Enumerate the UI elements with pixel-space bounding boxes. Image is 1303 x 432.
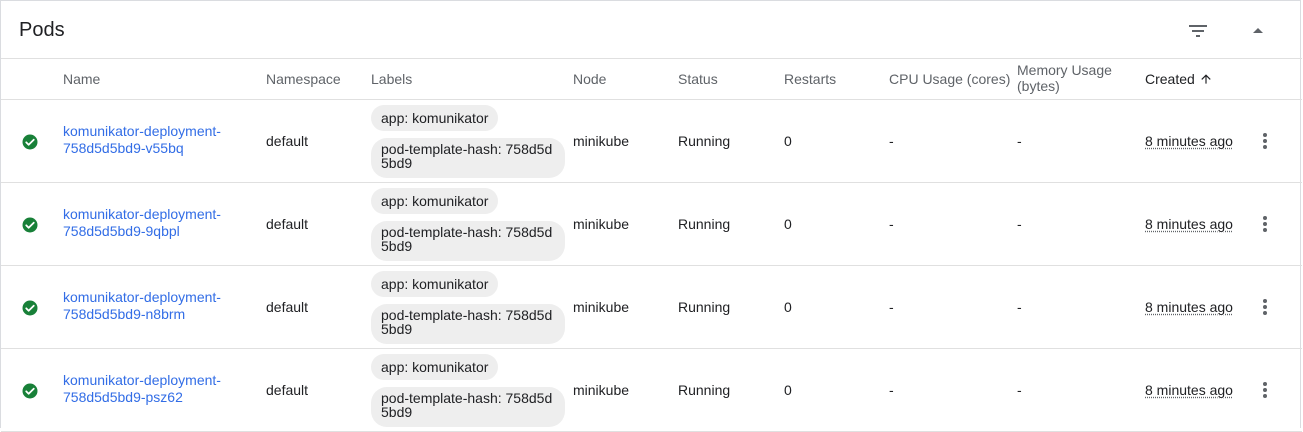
column-memory-line1: Memory Usage — [1017, 62, 1112, 78]
label-chip: pod-template-hash: 758d5d5bd9 — [371, 221, 565, 261]
pod-node: minikube — [573, 382, 630, 398]
pod-memory: - — [1017, 382, 1022, 398]
check-circle-icon — [22, 134, 38, 150]
card-title: Pods — [19, 19, 65, 41]
table-row: komunikator-deployment- 758d5d5bd9-9qbpl d… — [1, 183, 1302, 266]
table-row: komunikator-deployment- 758d5d5bd9-psz62 d… — [1, 349, 1302, 432]
pod-name-line2: 758d5d5bd9-v55bq — [63, 140, 184, 156]
row-actions-button[interactable] — [1253, 293, 1277, 321]
pod-memory: - — [1017, 133, 1022, 149]
pod-restarts: 0 — [784, 382, 792, 398]
pod-name-link[interactable]: komunikator-deployment- 758d5d5bd9-n8brm — [63, 289, 238, 323]
column-created[interactable]: Created — [1145, 71, 1213, 87]
pod-memory: - — [1017, 216, 1022, 232]
table-row: komunikator-deployment- 758d5d5bd9-n8brm d… — [1, 266, 1302, 349]
pod-status: Running — [678, 299, 731, 315]
pod-restarts: 0 — [784, 299, 792, 315]
collapse-button[interactable] — [1240, 13, 1276, 49]
pod-node: minikube — [573, 133, 630, 149]
label-chip: pod-template-hash: 758d5d5bd9 — [371, 304, 565, 344]
check-circle-icon — [22, 383, 38, 399]
pod-name-link[interactable]: komunikator-deployment- 758d5d5bd9-9qbpl — [63, 206, 238, 240]
pod-cpu: - — [889, 299, 894, 315]
pod-created: 8 minutes ago — [1145, 382, 1233, 398]
check-circle-icon — [22, 300, 38, 316]
pod-memory: - — [1017, 299, 1022, 315]
pods-card: Pods Name Namespace Labels Node Status R… — [0, 0, 1302, 432]
label-chip: app: komunikator — [371, 354, 499, 380]
pod-name-line1: komunikator-deployment- — [63, 289, 221, 305]
pod-created: 8 minutes ago — [1145, 216, 1233, 232]
pod-status: Running — [678, 216, 731, 232]
label-chip: pod-template-hash: 758d5d5bd9 — [371, 138, 565, 178]
row-actions-button[interactable] — [1253, 210, 1277, 238]
pod-created: 8 minutes ago — [1145, 299, 1233, 315]
row-actions-button[interactable] — [1253, 376, 1277, 404]
check-circle-icon — [22, 217, 38, 233]
pod-cpu: - — [889, 133, 894, 149]
pod-cpu: - — [889, 216, 894, 232]
pod-namespace: default — [266, 133, 309, 149]
table-row: komunikator-deployment- 758d5d5bd9-v55bq d… — [1, 100, 1302, 183]
card-header: Pods — [1, 1, 1302, 59]
pod-node: minikube — [573, 216, 630, 232]
pod-status: Running — [678, 382, 731, 398]
pod-name-line1: komunikator-deployment- — [63, 123, 221, 139]
pod-restarts: 0 — [784, 216, 792, 232]
label-chip: app: komunikator — [371, 105, 499, 131]
pod-name-line2: 758d5d5bd9-9qbpl — [63, 223, 180, 239]
column-status[interactable]: Status — [678, 71, 718, 87]
pod-namespace: default — [266, 382, 309, 398]
column-node[interactable]: Node — [573, 71, 606, 87]
pod-name-line2: 758d5d5bd9-n8brm — [63, 306, 186, 322]
table-header: Name Namespace Labels Node Status Restar… — [1, 59, 1302, 100]
pod-name-line2: 758d5d5bd9-psz62 — [63, 389, 183, 405]
column-memory[interactable]: Memory Usage (bytes) — [1017, 62, 1112, 94]
pod-node: minikube — [573, 299, 630, 315]
more-vert-icon — [1263, 299, 1267, 315]
pod-namespace: default — [266, 216, 309, 232]
label-chip: app: komunikator — [371, 271, 499, 297]
arrow-drop-up-icon — [1253, 28, 1263, 33]
pod-cpu: - — [889, 382, 894, 398]
column-memory-line2: (bytes) — [1017, 78, 1060, 94]
filter-button[interactable] — [1180, 13, 1216, 49]
pod-name-link[interactable]: komunikator-deployment- 758d5d5bd9-v55bq — [63, 123, 238, 157]
column-created-label: Created — [1145, 71, 1195, 87]
column-name[interactable]: Name — [63, 71, 100, 87]
filter-list-icon — [1189, 25, 1207, 37]
row-actions-button[interactable] — [1253, 127, 1277, 155]
arrow-upward-icon — [1201, 74, 1211, 84]
more-vert-icon — [1263, 133, 1267, 149]
pod-status: Running — [678, 133, 731, 149]
column-namespace[interactable]: Namespace — [266, 71, 341, 87]
more-vert-icon — [1263, 216, 1267, 232]
pod-name-line1: komunikator-deployment- — [63, 372, 221, 388]
label-chip: pod-template-hash: 758d5d5bd9 — [371, 387, 565, 427]
pod-restarts: 0 — [784, 133, 792, 149]
column-cpu[interactable]: CPU Usage (cores) — [889, 71, 1010, 87]
label-chip: app: komunikator — [371, 188, 499, 214]
column-restarts[interactable]: Restarts — [784, 71, 836, 87]
pod-created: 8 minutes ago — [1145, 133, 1233, 149]
pod-name-line1: komunikator-deployment- — [63, 206, 221, 222]
pod-namespace: default — [266, 299, 309, 315]
more-vert-icon — [1263, 382, 1267, 398]
pod-name-link[interactable]: komunikator-deployment- 758d5d5bd9-psz62 — [63, 372, 238, 406]
column-labels: Labels — [371, 71, 413, 87]
